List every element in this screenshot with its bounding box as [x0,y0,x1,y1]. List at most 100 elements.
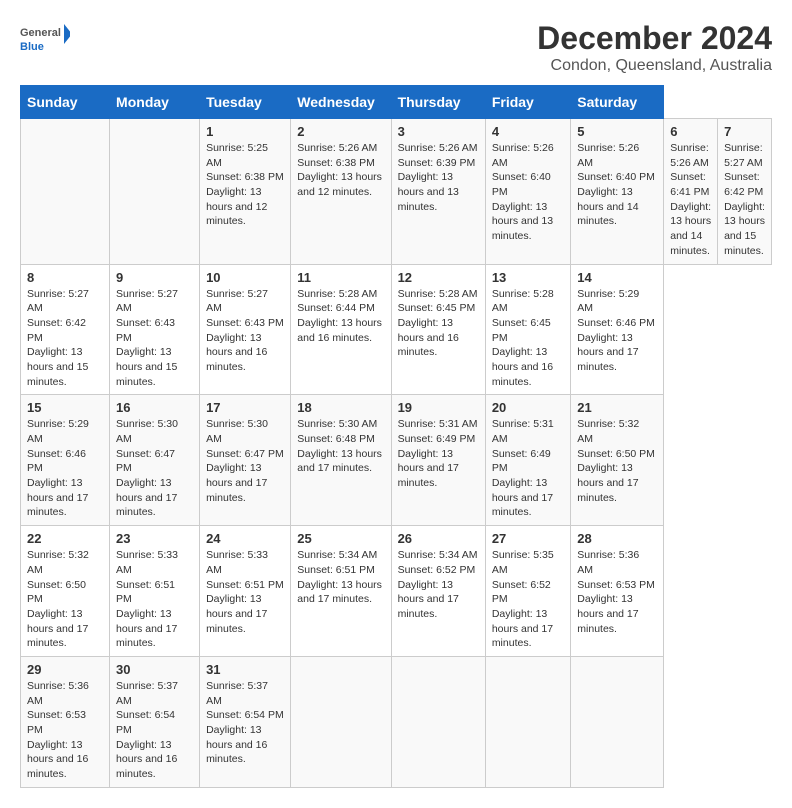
calendar-cell [21,119,110,265]
day-number: 25 [297,531,384,546]
day-number: 12 [398,270,479,285]
day-info: Sunrise: 5:28 AMSunset: 6:45 PMDaylight:… [398,287,479,360]
calendar-cell: 29 Sunrise: 5:36 AMSunset: 6:53 PMDayligh… [21,656,110,787]
calendar-cell: 23 Sunrise: 5:33 AMSunset: 6:51 PMDayligh… [110,526,200,657]
calendar-cell: 26Sunrise: 5:34 AMSunset: 6:52 PMDayligh… [391,526,485,657]
calendar-week-row: 22Sunrise: 5:32 AMSunset: 6:50 PMDayligh… [21,526,772,657]
day-number: 9 [116,270,193,285]
calendar-week-row: 15Sunrise: 5:29 AMSunset: 6:46 PMDayligh… [21,395,772,526]
day-number: 23 [116,531,193,546]
calendar-cell: 13 Sunrise: 5:28 AMSunset: 6:45 PMDayligh… [485,264,570,395]
calendar-cell [291,656,391,787]
day-number: 1 [206,124,284,139]
weekday-header-saturday: Saturday [571,86,664,119]
day-info: Sunrise: 5:31 AMSunset: 6:49 PMDaylight:… [398,417,479,490]
day-number: 11 [297,270,384,285]
day-number: 18 [297,400,384,415]
calendar-body: 1Sunrise: 5:25 AMSunset: 6:38 PMDaylight… [21,119,772,788]
day-info: Sunrise: 5:36 AMSunset: 6:53 PMDaylight:… [577,548,657,636]
calendar-cell: 17 Sunrise: 5:30 AMSunset: 6:47 PMDayligh… [200,395,291,526]
calendar-header: SundayMondayTuesdayWednesdayThursdayFrid… [21,86,772,119]
calendar-cell: 1Sunrise: 5:25 AMSunset: 6:38 PMDaylight… [200,119,291,265]
calendar-cell: 5 Sunrise: 5:26 AMSunset: 6:40 PMDaylight… [571,119,664,265]
day-number: 3 [398,124,479,139]
day-info: Sunrise: 5:27 AMSunset: 6:42 PMDaylight:… [27,287,103,390]
day-number: 14 [577,270,657,285]
day-info: Sunrise: 5:31 AMSunset: 6:49 PMDaylight:… [492,417,564,520]
day-number: 16 [116,400,193,415]
calendar-cell: 19 Sunrise: 5:31 AMSunset: 6:49 PMDayligh… [391,395,485,526]
day-info: Sunrise: 5:28 AMSunset: 6:45 PMDaylight:… [492,287,564,390]
day-info: Sunrise: 5:26 AMSunset: 6:39 PMDaylight:… [398,141,479,214]
title-area: December 2024 Condon, Queensland, Austra… [537,20,772,75]
day-number: 7 [724,124,765,139]
calendar-cell: 3 Sunrise: 5:26 AMSunset: 6:39 PMDaylight… [391,119,485,265]
day-number: 30 [116,662,193,677]
calendar-cell: 9Sunrise: 5:27 AMSunset: 6:43 PMDaylight… [110,264,200,395]
day-info: Sunrise: 5:28 AMSunset: 6:44 PMDaylight:… [297,287,384,346]
svg-text:Blue: Blue [20,41,44,53]
day-info: Sunrise: 5:26 AMSunset: 6:41 PMDaylight:… [670,141,711,259]
weekday-header-sunday: Sunday [21,86,110,119]
calendar-cell: 4 Sunrise: 5:26 AMSunset: 6:40 PMDaylight… [485,119,570,265]
weekday-header-wednesday: Wednesday [291,86,391,119]
calendar-cell: 25 Sunrise: 5:34 AMSunset: 6:51 PMDayligh… [291,526,391,657]
day-info: Sunrise: 5:34 AMSunset: 6:51 PMDaylight:… [297,548,384,607]
day-info: Sunrise: 5:26 AMSunset: 6:40 PMDaylight:… [577,141,657,229]
day-info: Sunrise: 5:33 AMSunset: 6:51 PMDaylight:… [116,548,193,651]
day-info: Sunrise: 5:26 AMSunset: 6:40 PMDaylight:… [492,141,564,244]
calendar-cell: 31 Sunrise: 5:37 AMSunset: 6:54 PMDayligh… [200,656,291,787]
calendar-cell: 15Sunrise: 5:29 AMSunset: 6:46 PMDayligh… [21,395,110,526]
day-info: Sunrise: 5:30 AMSunset: 6:47 PMDaylight:… [206,417,284,505]
day-number: 24 [206,531,284,546]
weekday-header-thursday: Thursday [391,86,485,119]
day-info: Sunrise: 5:27 AMSunset: 6:43 PMDaylight:… [206,287,284,375]
page-header: General Blue December 2024 Condon, Queen… [20,20,772,75]
calendar-cell [485,656,570,787]
calendar-subtitle: Condon, Queensland, Australia [537,57,772,75]
calendar-cell: 21 Sunrise: 5:32 AMSunset: 6:50 PMDayligh… [571,395,664,526]
calendar-cell: 14 Sunrise: 5:29 AMSunset: 6:46 PMDayligh… [571,264,664,395]
day-number: 20 [492,400,564,415]
calendar-cell [110,119,200,265]
weekday-header-tuesday: Tuesday [200,86,291,119]
day-number: 4 [492,124,564,139]
calendar-cell: 28 Sunrise: 5:36 AMSunset: 6:53 PMDayligh… [571,526,664,657]
day-info: Sunrise: 5:29 AMSunset: 6:46 PMDaylight:… [27,417,103,520]
day-number: 8 [27,270,103,285]
logo: General Blue [20,20,70,60]
calendar-week-row: 8 Sunrise: 5:27 AMSunset: 6:42 PMDaylight… [21,264,772,395]
day-number: 2 [297,124,384,139]
day-number: 6 [670,124,711,139]
day-number: 27 [492,531,564,546]
svg-text:General: General [20,27,61,39]
day-info: Sunrise: 5:37 AMSunset: 6:54 PMDaylight:… [206,679,284,767]
calendar-title: December 2024 [537,20,772,57]
day-number: 19 [398,400,479,415]
day-number: 21 [577,400,657,415]
calendar-week-row: 29 Sunrise: 5:36 AMSunset: 6:53 PMDayligh… [21,656,772,787]
day-info: Sunrise: 5:26 AMSunset: 6:38 PMDaylight:… [297,141,384,200]
day-info: Sunrise: 5:27 AMSunset: 6:42 PMDaylight:… [724,141,765,259]
calendar-cell [571,656,664,787]
day-info: Sunrise: 5:32 AMSunset: 6:50 PMDaylight:… [577,417,657,505]
calendar-cell: 6 Sunrise: 5:26 AMSunset: 6:41 PMDaylight… [664,119,718,265]
calendar-cell: 8 Sunrise: 5:27 AMSunset: 6:42 PMDaylight… [21,264,110,395]
day-number: 28 [577,531,657,546]
day-info: Sunrise: 5:37 AMSunset: 6:54 PMDaylight:… [116,679,193,782]
day-info: Sunrise: 5:30 AMSunset: 6:47 PMDaylight:… [116,417,193,520]
day-number: 13 [492,270,564,285]
calendar-cell: 7 Sunrise: 5:27 AMSunset: 6:42 PMDaylight… [718,119,772,265]
calendar-cell: 22Sunrise: 5:32 AMSunset: 6:50 PMDayligh… [21,526,110,657]
day-info: Sunrise: 5:36 AMSunset: 6:53 PMDaylight:… [27,679,103,782]
day-info: Sunrise: 5:32 AMSunset: 6:50 PMDaylight:… [27,548,103,651]
calendar-cell: 20 Sunrise: 5:31 AMSunset: 6:49 PMDayligh… [485,395,570,526]
day-number: 17 [206,400,284,415]
day-number: 29 [27,662,103,677]
calendar-week-row: 1Sunrise: 5:25 AMSunset: 6:38 PMDaylight… [21,119,772,265]
calendar-cell: 16 Sunrise: 5:30 AMSunset: 6:47 PMDayligh… [110,395,200,526]
day-number: 31 [206,662,284,677]
logo-svg: General Blue [20,20,70,60]
day-info: Sunrise: 5:29 AMSunset: 6:46 PMDaylight:… [577,287,657,375]
day-number: 5 [577,124,657,139]
